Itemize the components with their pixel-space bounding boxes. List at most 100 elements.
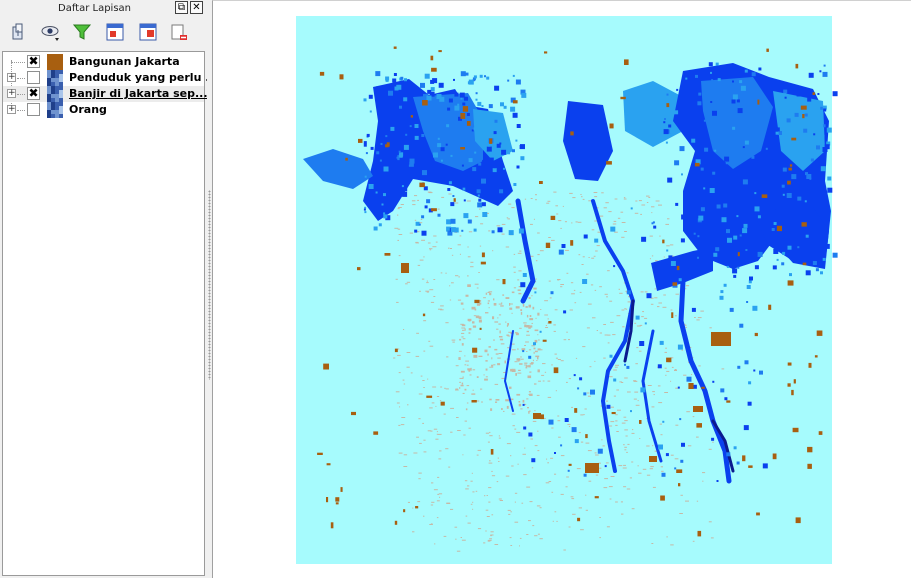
road-segment [657, 306, 660, 308]
flood-pixel [624, 363, 626, 366]
flood-pixel [448, 181, 452, 185]
flood-pixel [463, 187, 465, 190]
road-segment [466, 385, 470, 387]
road-segment [436, 500, 440, 502]
float-panel-button[interactable]: ⧉ [175, 1, 188, 14]
road-segment [577, 221, 582, 223]
road-segment [624, 231, 627, 232]
flood-pixel [712, 380, 715, 383]
flood-pixel [466, 113, 470, 116]
road-segment [685, 326, 687, 328]
splitter-grip[interactable] [208, 190, 211, 380]
flood-pixel [797, 196, 802, 201]
road-segment [558, 436, 561, 438]
road-segment [551, 427, 554, 429]
road-segment [663, 256, 665, 258]
close-panel-button[interactable]: ✕ [190, 1, 203, 14]
layer-row-bangunan-jakarta[interactable]: ✖ Bangunan Jakarta [3, 54, 204, 70]
layer-visibility-checkbox[interactable] [27, 103, 40, 116]
building-footprint [490, 449, 494, 455]
road-segment [420, 375, 423, 377]
building-footprint [326, 463, 331, 466]
layer-row-penduduk[interactable]: + Penduduk yang perlu ... [3, 70, 218, 86]
road-segment [449, 299, 452, 301]
flood-pixel [782, 167, 787, 172]
road-segment [560, 455, 565, 457]
road-segment [615, 420, 618, 422]
flood-pixel [528, 432, 533, 437]
road-segment [666, 370, 670, 372]
flood-pixel [801, 88, 806, 93]
layer-row-banjir[interactable]: + ✖ Banjir di Jakarta sep... [3, 86, 208, 102]
flood-pixel [659, 340, 664, 345]
flood-pixel [723, 194, 728, 198]
road-segment [526, 351, 528, 352]
road-segment [473, 354, 478, 358]
road-segment [437, 433, 442, 435]
road-segment [594, 220, 597, 222]
flood-pixel [736, 461, 740, 465]
road-segment [439, 450, 442, 452]
flood-pixel [771, 84, 774, 87]
road-segment [515, 332, 519, 336]
map-canvas[interactable] [212, 0, 911, 578]
flood-pixel [754, 206, 760, 212]
layer-visibility-checkbox[interactable] [27, 71, 40, 84]
road-segment [464, 355, 466, 357]
road-segment [558, 220, 562, 222]
road-segment [485, 292, 488, 295]
road-segment [640, 291, 644, 293]
road-segment [433, 428, 438, 430]
flood-pixel [486, 76, 490, 80]
flood-pixel [729, 307, 734, 312]
road-segment [451, 339, 456, 341]
layer-visibility-checkbox[interactable]: ✖ [27, 55, 40, 68]
building-footprint [553, 367, 559, 374]
flood-pixel [476, 189, 481, 194]
road-segment [412, 531, 415, 533]
expand-icon[interactable]: + [7, 73, 16, 82]
layer-visibility-checkbox[interactable]: ✖ [27, 87, 40, 100]
road-segment [450, 431, 453, 433]
road-segment [642, 311, 644, 313]
flood-pixel [819, 236, 825, 242]
road-segment [545, 325, 547, 326]
road-segment [626, 451, 628, 453]
road-segment [588, 480, 592, 482]
flood-pixel [803, 128, 808, 133]
road-segment [488, 501, 491, 503]
road-segment [524, 447, 526, 449]
remove-layer-button[interactable] [168, 21, 190, 43]
road-segment [596, 330, 598, 331]
road-segment [446, 503, 451, 504]
road-segment [601, 192, 604, 194]
road-segment [494, 348, 498, 351]
expand-icon[interactable]: + [7, 89, 16, 98]
flood-pixel [383, 214, 388, 219]
road-segment [417, 264, 421, 266]
layer-row-orang[interactable]: + Orang [3, 102, 204, 118]
road-segment [489, 431, 491, 433]
road-segment [603, 324, 606, 325]
road-segment [486, 495, 488, 496]
expand-icon[interactable]: + [7, 105, 16, 114]
building-footprint [335, 502, 339, 505]
flood-pixel [571, 427, 577, 433]
road-segment [537, 312, 540, 316]
road-segment [429, 524, 433, 525]
road-segment [464, 388, 467, 391]
collapse-all-button[interactable] [137, 21, 159, 43]
flood-pixel [807, 97, 812, 102]
road-segment [470, 367, 472, 371]
filter-legend-button[interactable] [71, 21, 93, 43]
flood-pixel [731, 99, 736, 104]
road-segment [485, 360, 488, 362]
add-group-button[interactable] [7, 21, 29, 43]
expand-all-button[interactable] [104, 21, 126, 43]
road-segment [525, 365, 529, 367]
visibility-button[interactable] [40, 21, 62, 43]
flood-pixel [489, 157, 494, 162]
flood-map [296, 16, 838, 564]
raster-legend-icon [46, 70, 64, 86]
building-footprint [385, 144, 389, 148]
